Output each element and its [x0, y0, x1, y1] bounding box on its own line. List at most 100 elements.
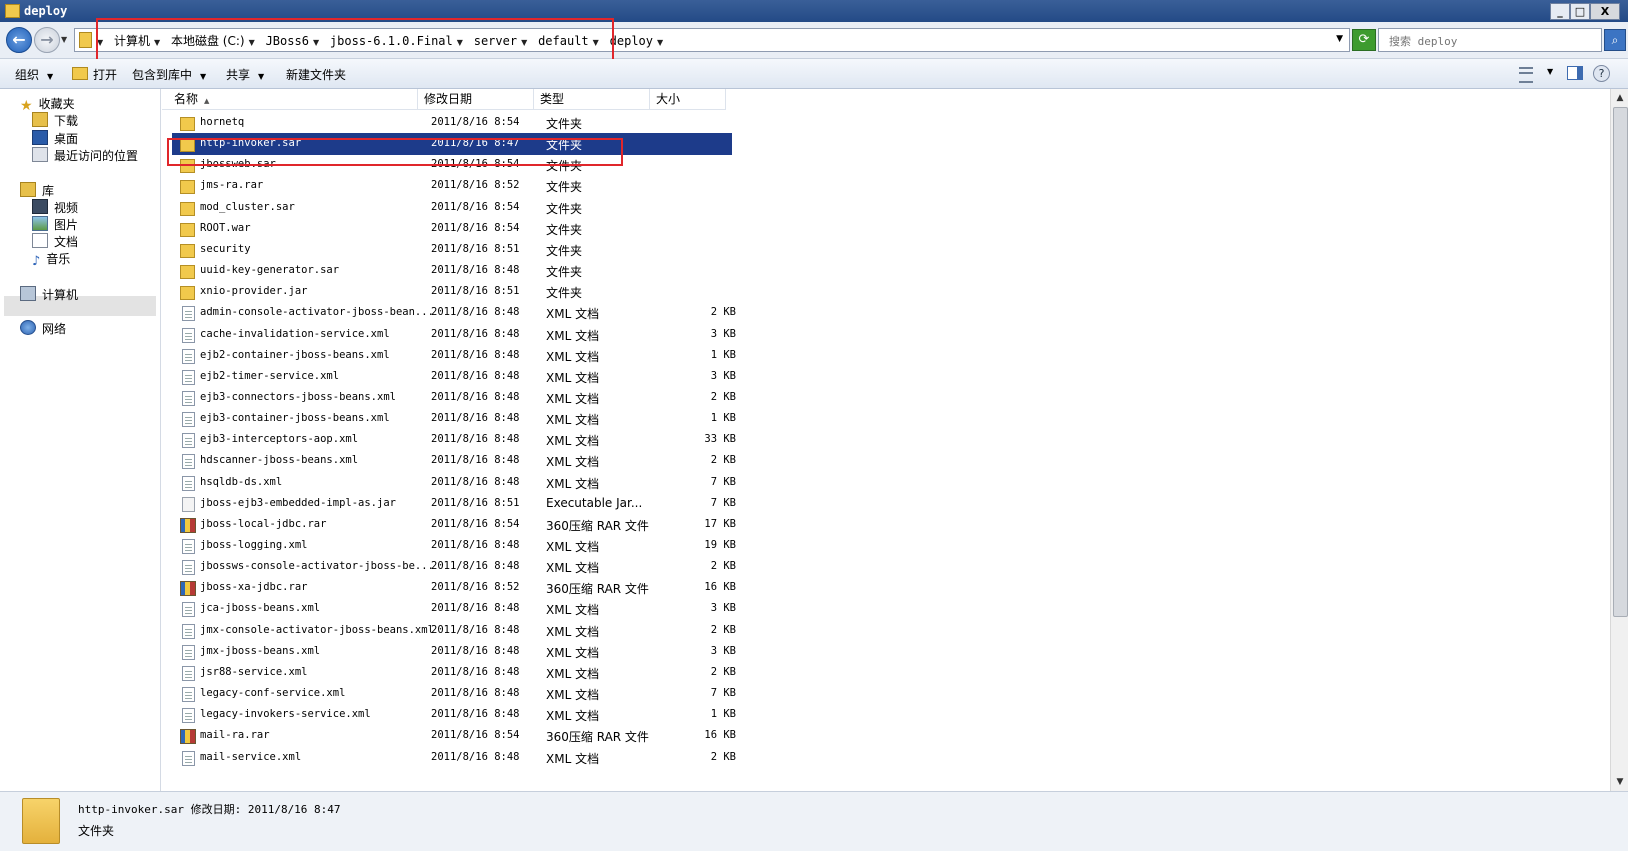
nav-label: 音乐 [46, 252, 71, 266]
xml-file-icon [182, 412, 195, 428]
view-options-icon[interactable] [1519, 67, 1533, 83]
file-row[interactable]: ejb2-timer-service.xml 2011/8/16 8:48 XML … [162, 366, 1610, 388]
chevron-down-icon[interactable]: ▼ [657, 38, 663, 47]
file-size: 2 KB [710, 306, 736, 319]
file-row[interactable]: jmx-console-activator-jboss-beans.xml 201… [162, 620, 1610, 642]
file-row[interactable]: security 2011/8/16 8:51 文件夹 [162, 239, 1610, 261]
file-row[interactable]: mail-service.xml 2011/8/16 8:48 XML 文档 2 KB [162, 747, 1610, 769]
file-name: jsr88-service.xml [200, 665, 308, 678]
file-row[interactable]: jms-ra.rar 2011/8/16 8:52 文件夹 [162, 175, 1610, 197]
nav-documents[interactable]: 文档 [32, 233, 78, 250]
file-type: 360压缩 RAR 文件 [546, 582, 649, 597]
nav-favorites[interactable]: ★ 收藏夹 [20, 95, 75, 114]
file-row[interactable]: mail-ra.rar 2011/8/16 8:54 360压缩 RAR 文件 16 … [162, 725, 1610, 747]
nav-libraries[interactable]: 库 [20, 182, 54, 199]
details-name-date: http-invoker.sar 修改日期: 2011/8/16 8:47 [78, 803, 341, 816]
file-row[interactable]: cache-invalidation-service.xml 2011/8/16 … [162, 324, 1610, 346]
nav-computer[interactable]: 计算机 [20, 286, 78, 303]
back-button[interactable]: ← [6, 27, 32, 53]
nav-videos[interactable]: 视频 [32, 199, 78, 216]
file-row[interactable]: jbossws-console-activator-jboss-be... 201… [162, 556, 1610, 578]
file-row[interactable]: jboss-logging.xml 2011/8/16 8:48 XML 文档 19 … [162, 535, 1610, 557]
file-row[interactable]: admin-console-activator-jboss-bean... 201… [162, 302, 1610, 324]
organize-label: 组织 [15, 68, 40, 82]
scroll-down-icon[interactable]: ▼ [1612, 774, 1628, 790]
help-icon[interactable]: ? [1593, 65, 1610, 82]
nav-network[interactable]: 网络 [20, 320, 66, 337]
file-row[interactable]: legacy-conf-service.xml 2011/8/16 8:48 XML… [162, 683, 1610, 705]
file-row[interactable]: jca-jboss-beans.xml 2011/8/16 8:48 XML 文档 3… [162, 598, 1610, 620]
file-name: jmx-jboss-beans.xml [200, 644, 321, 657]
file-type: XML 文档 [546, 349, 600, 364]
scrollbar-thumb[interactable] [1613, 107, 1628, 617]
xml-file-icon [182, 369, 195, 385]
search-input[interactable] [1387, 31, 1591, 51]
scroll-up-icon[interactable]: ▲ [1612, 90, 1628, 106]
file-type: XML 文档 [546, 666, 600, 681]
file-row[interactable]: ejb3-container-jboss-beans.xml 2011/8/16 … [162, 408, 1610, 430]
file-size: 1 KB [710, 708, 736, 721]
new-folder-button[interactable]: 新建文件夹 [286, 66, 346, 83]
file-name: jboss-local-jdbc.rar [200, 517, 327, 530]
star-icon: ★ [20, 98, 33, 114]
include-library-label: 包含到库中 [132, 68, 193, 82]
file-row[interactable]: jboss-xa-jdbc.rar 2011/8/16 8:52 360压缩 RAR… [162, 577, 1610, 599]
breadcrumb-item[interactable]: deploy [610, 34, 653, 48]
nav-label: 桌面 [54, 132, 79, 146]
file-row[interactable]: hsqldb-ds.xml 2011/8/16 8:48 XML 文档 7 KB [162, 472, 1610, 494]
file-row[interactable]: ROOT.war 2011/8/16 8:54 文件夹 [162, 218, 1610, 240]
file-row[interactable]: mod_cluster.sar 2011/8/16 8:54 文件夹 [162, 197, 1610, 219]
nav-pictures[interactable]: 图片 [32, 216, 78, 233]
search-icon[interactable]: ⌕ [1604, 29, 1626, 51]
file-name: jbossws-console-activator-jboss-be... [200, 560, 434, 573]
search-box[interactable] [1378, 28, 1602, 52]
file-row[interactable]: hdscanner-jboss-beans.xml 2011/8/16 8:48 X… [162, 450, 1610, 472]
file-row[interactable]: ejb3-connectors-jboss-beans.xml 2011/8/16… [162, 387, 1610, 409]
organize-menu[interactable]: 组织 ▼ [15, 66, 53, 83]
vertical-scrollbar[interactable]: ▲ ▼ [1610, 89, 1628, 791]
open-button[interactable]: 打开 [72, 66, 117, 83]
column-header-type[interactable]: 类型 [534, 89, 650, 110]
file-type: XML 文档 [546, 413, 600, 428]
file-type: 文件夹 [546, 222, 583, 237]
file-row[interactable]: hornetq 2011/8/16 8:54 文件夹 [162, 112, 1610, 134]
nav-recent[interactable]: 最近访问的位置 [32, 147, 138, 164]
column-header-size[interactable]: 大小 [650, 89, 726, 110]
file-row[interactable]: jboss-local-jdbc.rar 2011/8/16 8:54 360压缩 … [162, 514, 1610, 536]
nav-music[interactable]: ♪ 音乐 [32, 250, 71, 269]
nav-desktop[interactable]: 桌面 [32, 130, 78, 147]
share-menu[interactable]: 共享 ▼ [226, 66, 264, 83]
file-row[interactable]: legacy-invokers-service.xml 2011/8/16 8:4… [162, 704, 1610, 726]
minimize-button[interactable]: _ [1550, 3, 1570, 20]
column-header-date[interactable]: 修改日期 [418, 89, 534, 110]
address-dropdown-icon[interactable]: ▼ [1336, 34, 1343, 44]
maximize-button[interactable]: □ [1570, 3, 1590, 20]
file-row[interactable]: jboss-ejb3-embedded-impl-as.jar 2011/8/16… [162, 493, 1610, 515]
folder-icon [180, 222, 195, 237]
file-row[interactable]: ejb2-container-jboss-beans.xml 2011/8/16 … [162, 345, 1610, 367]
file-date: 2011/8/16 8:48 [431, 306, 520, 319]
file-date: 2011/8/16 8:48 [431, 539, 520, 551]
chevron-down-icon[interactable]: ▼ [1547, 67, 1553, 76]
file-date: 2011/8/16 8:48 [431, 327, 520, 340]
forward-button[interactable]: → [34, 27, 60, 53]
file-row[interactable]: jmx-jboss-beans.xml 2011/8/16 8:48 XML 文档 3… [162, 641, 1610, 663]
file-row[interactable]: uuid-key-generator.sar 2011/8/16 8:48 文件夹 [162, 260, 1610, 282]
file-row[interactable]: xnio-provider.jar 2011/8/16 8:51 文件夹 [162, 281, 1610, 303]
history-dropdown[interactable]: ▼ [61, 35, 67, 44]
preview-pane-icon[interactable] [1567, 66, 1583, 80]
xml-file-icon [182, 327, 195, 343]
refresh-button[interactable]: ⟳ [1352, 29, 1376, 51]
file-size: 19 KB [704, 539, 736, 551]
file-size: 3 KB [710, 602, 736, 615]
include-library-menu[interactable]: 包含到库中 ▼ [132, 66, 206, 83]
file-row[interactable]: ejb3-interceptors-aop.xml 2011/8/16 8:48 X… [162, 429, 1610, 451]
file-date: 2011/8/16 8:48 [431, 264, 520, 277]
close-button[interactable]: X [1590, 3, 1620, 20]
file-row[interactable]: jsr88-service.xml 2011/8/16 8:48 XML 文档 2 K… [162, 662, 1610, 684]
file-size: 7 KB [710, 687, 736, 700]
file-size: 17 KB [704, 517, 736, 530]
column-header-name[interactable]: 名称 ▲ [162, 89, 418, 110]
file-name: mod_cluster.sar [200, 200, 295, 213]
nav-downloads[interactable]: 下载 [32, 112, 78, 129]
